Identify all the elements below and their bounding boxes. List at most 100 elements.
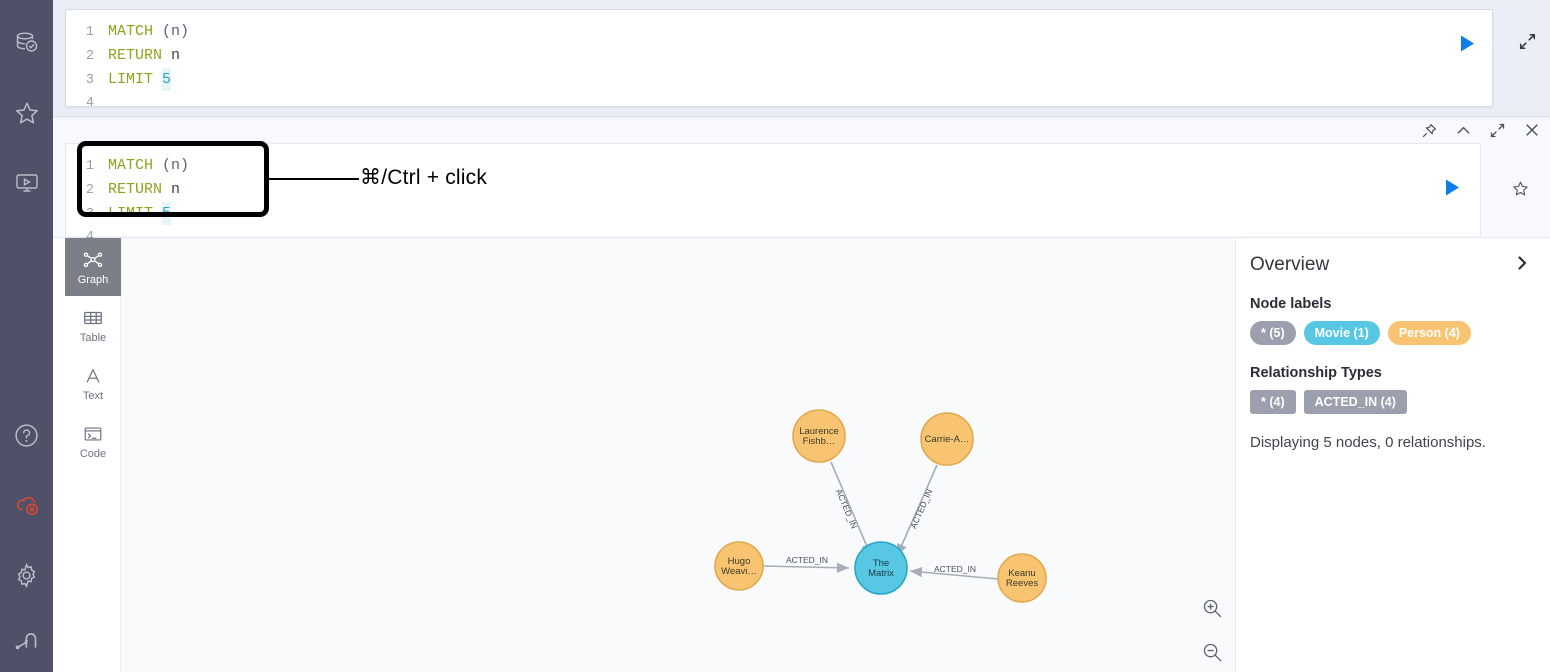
- editor-tools: [1519, 32, 1550, 55]
- expand-frame-button[interactable]: [1490, 123, 1505, 143]
- relationship[interactable]: ACTED_IN: [763, 555, 849, 568]
- relationship-type-chip-all[interactable]: * (4): [1250, 390, 1296, 414]
- graph-node[interactable]: Keanu Reeves: [998, 554, 1046, 602]
- line-number: 3: [66, 203, 108, 226]
- node-label-chip-movie[interactable]: Movie (1): [1304, 321, 1380, 345]
- zoom-in-button[interactable]: [1202, 598, 1223, 624]
- rerun-query-button[interactable]: [1444, 178, 1466, 200]
- sidebar-item-connection-status[interactable]: [0, 470, 53, 540]
- collapse-frame-button[interactable]: [1456, 123, 1471, 143]
- code-line: 1 MATCH (n): [66, 20, 1492, 44]
- annotation-label: ⌘/Ctrl + click: [360, 165, 487, 190]
- view-tab-graph[interactable]: Graph: [65, 238, 121, 296]
- graph-node[interactable]: Hugo Weavi…: [715, 542, 763, 590]
- overview-title: Overview: [1250, 254, 1329, 276]
- code-keyword: LIMIT: [108, 202, 153, 225]
- graph-icon: [82, 249, 104, 271]
- gear-icon: [13, 562, 40, 589]
- node-caption: Weavi…: [721, 566, 757, 577]
- view-tab-text[interactable]: Text: [65, 354, 121, 412]
- sidebar-item-settings[interactable]: [0, 540, 53, 610]
- zoom-in-icon: [1202, 598, 1223, 619]
- overview-header: Overview: [1250, 254, 1530, 276]
- favorite-query-button[interactable]: [1512, 180, 1529, 202]
- sidebar-item-help[interactable]: [0, 400, 53, 470]
- expand-icon: [1519, 33, 1536, 50]
- view-tab-label: Text: [83, 390, 103, 402]
- line-number: 4: [66, 92, 108, 115]
- view-tab-label: Code: [80, 448, 106, 460]
- relationship[interactable]: ACTED_IN: [910, 564, 998, 579]
- code-icon: [82, 423, 104, 445]
- node-labels-chips: * (5) Movie (1) Person (4): [1250, 321, 1530, 345]
- run-query-button[interactable]: [1456, 32, 1478, 54]
- collapse-overview-button[interactable]: [1514, 255, 1530, 276]
- relationship-label: ACTED_IN: [908, 488, 934, 530]
- code-token: n: [162, 178, 180, 201]
- graph-node[interactable]: The Matrix: [855, 542, 907, 594]
- node-caption: Carrie-A…: [925, 434, 970, 445]
- relationship-label: ACTED_IN: [786, 555, 828, 565]
- node-caption: Fishb…: [803, 436, 836, 447]
- close-icon: [1524, 122, 1540, 138]
- node-caption: Matrix: [868, 568, 894, 579]
- app-sidebar: [0, 0, 53, 672]
- query-editor-bar: 1 MATCH (n) 2 RETURN n 3 LIMIT 5 4: [53, 0, 1550, 117]
- play-icon: [1444, 178, 1461, 197]
- graph-zoom-controls: [1196, 598, 1228, 668]
- view-tab-label: Graph: [78, 274, 109, 286]
- code-token: (n): [153, 20, 189, 43]
- line-number: 2: [66, 179, 108, 202]
- overview-panel: Overview Node labels * (5) Movie (1) Per…: [1235, 238, 1550, 672]
- neo4j-logo-icon: [13, 628, 41, 654]
- relationship[interactable]: ACTED_IN: [831, 462, 871, 556]
- node-labels-heading: Node labels: [1250, 296, 1530, 312]
- relationship[interactable]: ACTED_IN: [897, 465, 937, 556]
- pin-frame-button[interactable]: [1422, 123, 1437, 143]
- text-icon: [82, 365, 104, 387]
- line-number: 3: [66, 69, 108, 92]
- code-space: [153, 68, 162, 91]
- node-label-chip-person[interactable]: Person (4): [1388, 321, 1471, 345]
- graph-node[interactable]: Carrie-A…: [921, 413, 973, 465]
- code-number: 5: [162, 202, 171, 225]
- view-tab-table[interactable]: Table: [65, 296, 121, 354]
- frame-query-code[interactable]: 1 MATCH (n) 2 RETURN n 3 LIMIT 5 4: [66, 144, 1480, 249]
- frame-window-controls: [1422, 122, 1540, 143]
- code-line: 2 RETURN n: [66, 178, 1480, 202]
- line-number: 1: [66, 21, 108, 44]
- query-editor-card[interactable]: 1 MATCH (n) 2 RETURN n 3 LIMIT 5 4: [65, 9, 1493, 107]
- expand-editor-button[interactable]: [1519, 33, 1536, 55]
- relationship-type-chip-acted-in[interactable]: ACTED_IN (4): [1304, 390, 1407, 414]
- code-line: 2 RETURN n: [66, 44, 1492, 68]
- code-keyword: LIMIT: [108, 68, 153, 91]
- code-number: 5: [162, 68, 171, 91]
- sidebar-item-database[interactable]: [0, 8, 53, 78]
- sidebar-item-favorites[interactable]: [0, 78, 53, 148]
- view-tab-label: Table: [80, 332, 106, 344]
- database-check-icon: [14, 30, 40, 56]
- zoom-out-button[interactable]: [1202, 642, 1223, 668]
- graph-node[interactable]: Laurence Fishb…: [793, 410, 845, 462]
- graph-canvas[interactable]: ACTED_IN ACTED_IN ACTED_IN ACTED_IN: [121, 238, 1235, 672]
- node-label-chip-all[interactable]: * (5): [1250, 321, 1296, 345]
- query-editor-code[interactable]: 1 MATCH (n) 2 RETURN n 3 LIMIT 5 4: [66, 10, 1492, 115]
- sidebar-item-neo4j-logo[interactable]: [0, 610, 53, 672]
- code-token: (n): [153, 154, 189, 177]
- pin-icon: [1422, 123, 1437, 138]
- code-keyword: MATCH: [108, 20, 153, 43]
- view-tab-code[interactable]: Code: [65, 412, 121, 470]
- code-line: 4: [66, 92, 1492, 115]
- chevron-up-icon: [1456, 123, 1471, 138]
- help-circle-icon: [13, 422, 40, 449]
- frame-query-card[interactable]: 1 MATCH (n) 2 RETURN n 3 LIMIT 5 4: [65, 143, 1481, 236]
- relationship-label: ACTED_IN: [934, 564, 976, 574]
- zoom-out-icon: [1202, 642, 1223, 663]
- line-number: 1: [66, 155, 108, 178]
- graph-visualization[interactable]: ACTED_IN ACTED_IN ACTED_IN ACTED_IN: [121, 238, 1235, 672]
- code-token: n: [162, 44, 180, 67]
- sidebar-item-guides[interactable]: [0, 148, 53, 218]
- relationship-types-heading: Relationship Types: [1250, 365, 1530, 381]
- close-frame-button[interactable]: [1524, 122, 1540, 143]
- node-caption: Reeves: [1006, 578, 1038, 589]
